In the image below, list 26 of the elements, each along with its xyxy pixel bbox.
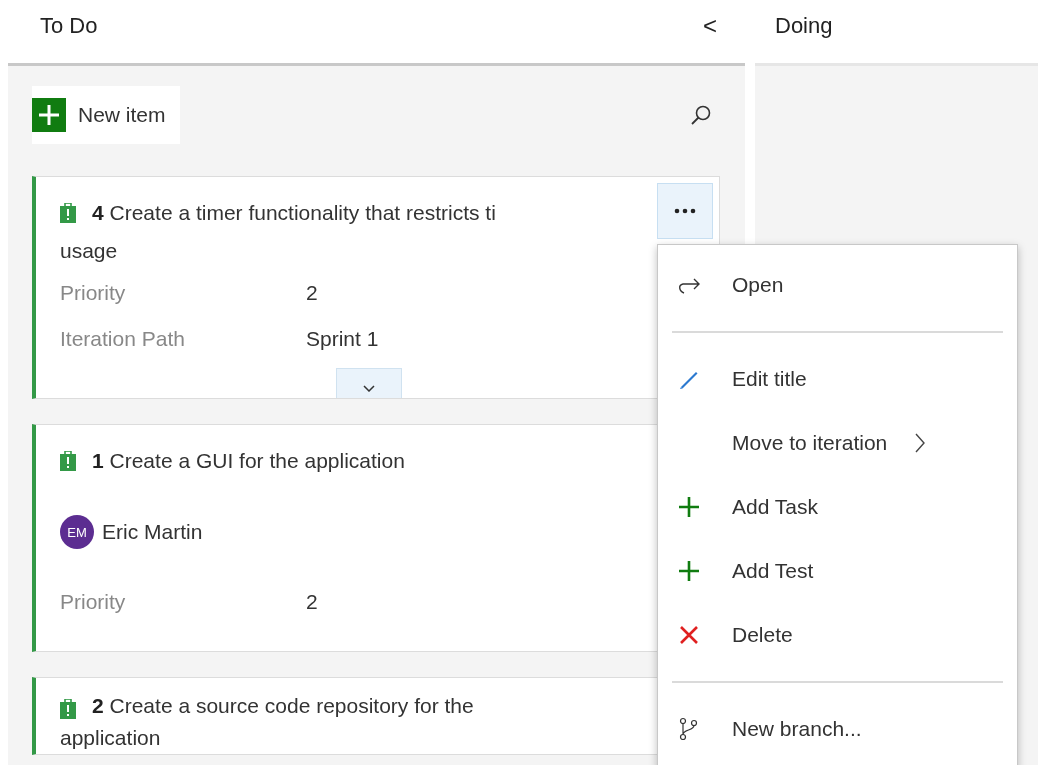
- close-icon: [679, 625, 699, 645]
- expand-button[interactable]: [336, 368, 402, 398]
- more-options-button[interactable]: [657, 183, 713, 239]
- work-item-card[interactable]: 4 Create a timer functionality that restricts ti usage Priority 2 Iteration Path Sprint 1: [32, 176, 720, 399]
- plus-icon: [678, 496, 700, 518]
- backlog-item-icon: [60, 203, 76, 223]
- collapse-button[interactable]: <: [699, 11, 721, 40]
- field-label: Priority: [60, 280, 127, 306]
- field-label: Iteration Path: [60, 326, 186, 352]
- chevron-down-icon: [363, 385, 375, 392]
- column-title: Doing: [775, 12, 833, 39]
- search-icon[interactable]: [690, 104, 712, 126]
- plus-icon: [678, 560, 700, 582]
- backlog-item-icon: [60, 699, 76, 719]
- assignee-name: Eric Martin: [102, 520, 203, 544]
- field-value: Sprint 1: [306, 326, 379, 352]
- backlog-item-icon: [60, 451, 76, 471]
- avatar: EM: [60, 515, 94, 549]
- field-value: 2: [306, 589, 318, 615]
- ellipsis-icon: [674, 208, 696, 214]
- column-title: To Do: [40, 12, 98, 39]
- branch-icon: [679, 717, 699, 741]
- new-item-button[interactable]: New item: [32, 86, 180, 144]
- field-label: Priority: [60, 589, 127, 615]
- plus-icon: [32, 98, 66, 132]
- field-value: 2: [306, 280, 318, 306]
